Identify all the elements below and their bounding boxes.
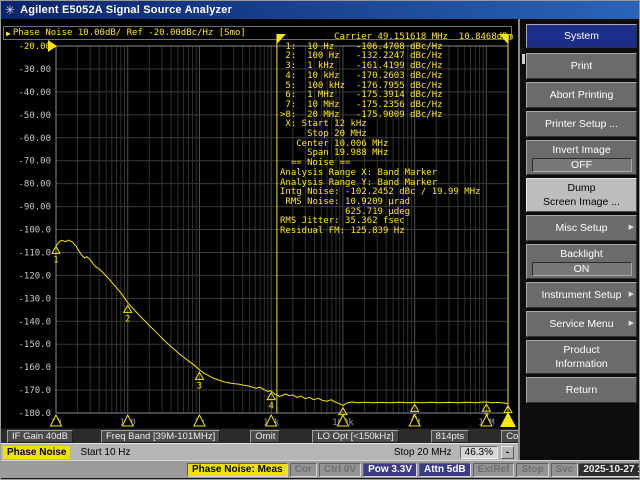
status-indicator: Pow 3.3V xyxy=(363,462,417,477)
svg-text:3: 3 xyxy=(197,381,202,391)
svg-text:-130.0: -130.0 xyxy=(18,294,51,304)
svg-text:-150.0: -150.0 xyxy=(18,340,51,350)
app-window: ✳ Agilent E5052A Signal Source Analyzer … xyxy=(0,0,640,480)
softkey-label: Misc Setup xyxy=(555,222,608,234)
setting-field: Freq Band [39M-101MHz] xyxy=(100,429,221,443)
svg-text:2: 2 xyxy=(125,314,130,324)
svg-text:-110.0: -110.0 xyxy=(18,248,51,258)
menu-scroll-notch xyxy=(522,54,525,64)
status-indicator: Cor xyxy=(289,462,317,477)
softkey-service-menu[interactable]: Service Menu ▶ xyxy=(526,311,637,337)
softkey-label: Printer Setup ... xyxy=(545,118,618,130)
softkey-label: Service Menu xyxy=(549,318,614,330)
submenu-arrow-icon: ▶ xyxy=(628,320,634,327)
softkey-menu: System Print Abort Printing Printer Setup .… xyxy=(518,19,639,460)
softkey-print[interactable]: Print xyxy=(526,53,637,79)
softkey-label: Instrument Setup xyxy=(541,289,622,301)
status-indicator: Ctrl 0V xyxy=(318,462,362,477)
svg-text:-20.00: -20.00 xyxy=(18,42,51,52)
softkey-printer-setup[interactable]: Printer Setup ... xyxy=(526,111,637,137)
title-bar: ✳ Agilent E5052A Signal Source Analyzer xyxy=(1,1,639,19)
softkey-label: Print xyxy=(570,60,593,72)
svg-text:-30.00: -30.00 xyxy=(18,65,51,75)
svg-text:-80.00: -80.00 xyxy=(18,180,51,190)
trace-status-bar: Phase Noise Start 10 Hz Stop 20 MHz 46.3… xyxy=(1,443,518,460)
softkey-label: Product xyxy=(563,344,600,356)
sweep-stop-label: Stop 20 MHz xyxy=(393,446,452,458)
clock-display: 2025-10-27 16:02 xyxy=(578,462,639,477)
svg-text:-50.00: -50.00 xyxy=(18,111,51,121)
submenu-arrow-icon: ▶ xyxy=(628,291,634,298)
softkey-misc-setup[interactable]: Misc Setup ▶ xyxy=(526,215,637,241)
active-trace-tab[interactable]: Phase Noise xyxy=(3,445,71,459)
status-indicator: Stop xyxy=(516,462,549,477)
status-indicator: ExtRef xyxy=(472,462,515,477)
svg-text:-180.0: -180.0 xyxy=(18,409,51,419)
submenu-arrow-icon: ▶ xyxy=(628,224,634,231)
softkey-label: Invert Image xyxy=(552,144,611,156)
status-indicator: Attn 5dB xyxy=(418,462,471,477)
app-spark-icon: ✳ xyxy=(5,3,16,17)
softkey-invert-image[interactable]: Invert Image OFF xyxy=(526,140,637,175)
setting-field: 814pts xyxy=(430,429,470,443)
status-indicator: Phase Noise: Meas xyxy=(187,462,288,477)
svg-text:4: 4 xyxy=(268,402,273,412)
setting-field: IF Gain 40dB xyxy=(7,429,73,443)
measurement-settings-bar: IF Gain 40dB Freq Band [39M-101MHz] Omit LO… xyxy=(1,428,543,443)
softkey-return[interactable]: Return xyxy=(526,377,637,403)
softkey-product[interactable]: Product Information xyxy=(526,340,637,374)
softkey-label: Information xyxy=(555,358,608,370)
svg-text:-40.00: -40.00 xyxy=(18,88,51,98)
softkey-dump[interactable]: Dump Screen Image ... xyxy=(526,178,637,212)
softkey-label: Dump xyxy=(567,182,596,194)
measurement-screen: ▶ Phase Noise 10.00dB/ Ref -20.00dBc/Hz … xyxy=(1,19,518,428)
y-axis-labels: -20.00 -30.00 -40.00 -50.00 -60.00 -70.00 -80.… xyxy=(18,40,57,419)
setting-field: Omit xyxy=(250,429,281,443)
svg-text:1: 1 xyxy=(53,255,58,265)
setting-field: LO Opt [<150kHz] xyxy=(312,429,399,443)
softkey-label: Return xyxy=(565,384,598,396)
sweep-start-label: Start 10 Hz xyxy=(80,446,131,458)
softkey-label: System xyxy=(563,30,599,42)
softkey-value: OFF xyxy=(531,158,632,172)
softkey-label: Screen Image ... xyxy=(542,196,621,208)
marker-info-overlay: Carrier 49.151618 MHz 10.8468dBm 1: 10 H… xyxy=(280,32,513,237)
softkey-label: Abort Printing xyxy=(549,89,614,101)
svg-text:-120.0: -120.0 xyxy=(18,271,51,281)
softkey-instrument-setup[interactable]: Instrument Setup ▶ xyxy=(526,282,637,308)
softkey-abort-printing[interactable]: Abort Printing xyxy=(526,82,637,108)
svg-text:-70.00: -70.00 xyxy=(18,157,51,167)
softkey-backlight[interactable]: Backlight ON xyxy=(526,244,637,279)
svg-text:-160.0: -160.0 xyxy=(18,363,51,373)
svg-text:-140.0: -140.0 xyxy=(18,317,51,327)
svg-text:-60.00: -60.00 xyxy=(18,134,51,144)
softkey-system[interactable]: System xyxy=(526,24,637,48)
status-indicator: Svc xyxy=(550,462,579,477)
instrument-status-bar: Phase Noise: Meas Cor Ctrl 0V Pow 3.3V Attn … xyxy=(1,460,639,478)
svg-text:-100.0: -100.0 xyxy=(18,226,51,236)
marker-axis-indicator-icon xyxy=(500,412,516,427)
window-title: Agilent E5052A Signal Source Analyzer xyxy=(20,4,233,16)
phase-noise-trace xyxy=(55,239,509,406)
sweep-progress-indicator: 46.3% xyxy=(459,445,498,459)
svg-text:-90.00: -90.00 xyxy=(18,203,51,213)
svg-text:-170.0: -170.0 xyxy=(18,386,51,396)
softkey-label: Backlight xyxy=(560,248,603,260)
collapse-button[interactable]: - xyxy=(501,445,514,459)
softkey-value: ON xyxy=(531,262,632,276)
